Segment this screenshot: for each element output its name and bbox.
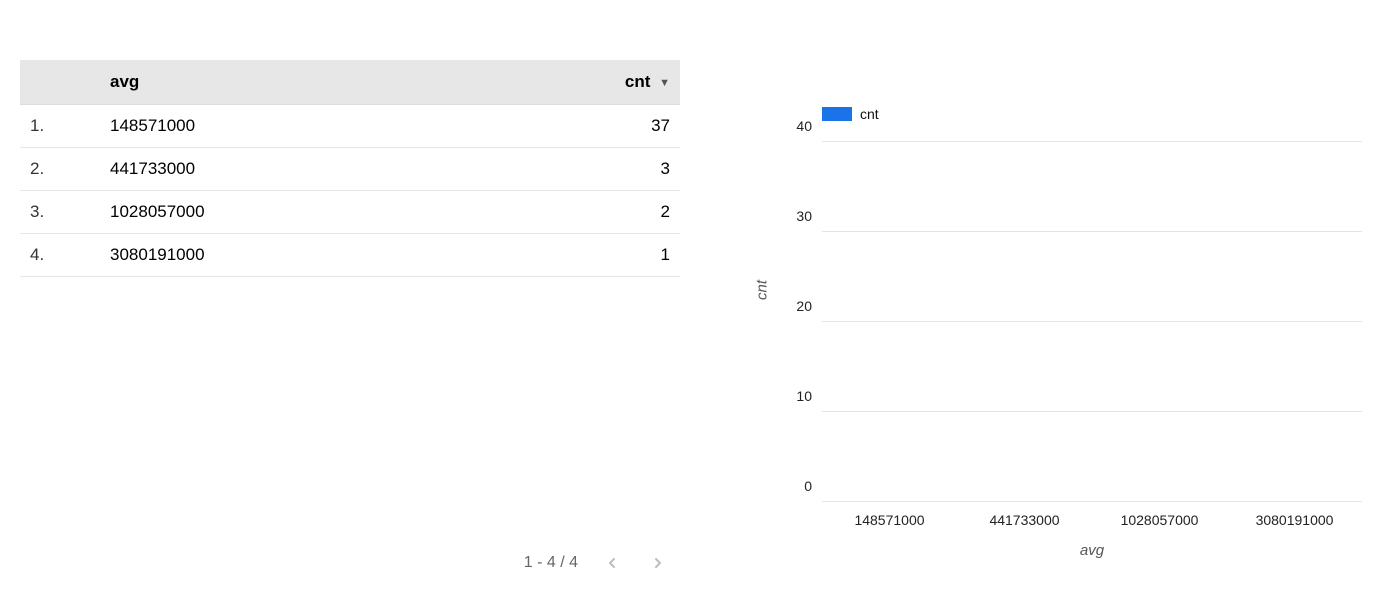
table-row[interactable]: 2. 441733000 3 bbox=[20, 148, 680, 191]
data-table-panel: avg cnt ▼ 1. 148571000 37 2. 441733000 3 bbox=[20, 60, 680, 540]
x-tick: 1028057000 bbox=[1092, 512, 1227, 528]
x-tick: 148571000 bbox=[822, 512, 957, 528]
legend-label: cnt bbox=[860, 106, 879, 122]
cell-index: 4. bbox=[20, 234, 100, 277]
table-row[interactable]: 1. 148571000 37 bbox=[20, 105, 680, 148]
chevron-left-icon bbox=[604, 555, 620, 571]
y-tick: 40 bbox=[772, 118, 812, 134]
pager-next-button[interactable] bbox=[646, 551, 670, 575]
cell-cnt: 1 bbox=[470, 234, 680, 277]
cell-avg: 441733000 bbox=[100, 148, 470, 191]
x-axis-label: avg bbox=[822, 542, 1362, 559]
y-axis-label: cnt bbox=[754, 280, 771, 300]
cell-cnt: 2 bbox=[470, 191, 680, 234]
cell-avg: 3080191000 bbox=[100, 234, 470, 277]
table-header-row: avg cnt ▼ bbox=[20, 60, 680, 105]
y-tick: 10 bbox=[772, 388, 812, 404]
x-tick: 441733000 bbox=[957, 512, 1092, 528]
y-tick: 0 bbox=[772, 478, 812, 494]
cell-cnt: 37 bbox=[470, 105, 680, 148]
cell-index: 2. bbox=[20, 148, 100, 191]
x-tick: 3080191000 bbox=[1227, 512, 1362, 528]
plot-area: 0 10 20 30 40 148571000 441733000 102805… bbox=[822, 142, 1362, 502]
pager: 1 - 4 / 4 bbox=[20, 551, 680, 575]
chevron-right-icon bbox=[650, 555, 666, 571]
y-tick: 30 bbox=[772, 208, 812, 224]
cell-avg: 1028057000 bbox=[100, 191, 470, 234]
pager-prev-button[interactable] bbox=[600, 551, 624, 575]
cell-index: 3. bbox=[20, 191, 100, 234]
y-tick: 20 bbox=[772, 298, 812, 314]
bar-chart: cnt cnt 0 10 20 30 40 148571000 44173300… bbox=[750, 60, 1380, 540]
table-row[interactable]: 4. 3080191000 1 bbox=[20, 234, 680, 277]
cell-cnt: 3 bbox=[470, 148, 680, 191]
col-header-avg[interactable]: avg bbox=[100, 60, 470, 105]
legend-swatch-icon bbox=[822, 107, 852, 121]
col-header-index[interactable] bbox=[20, 60, 100, 105]
bars-group bbox=[822, 142, 1362, 502]
data-table: avg cnt ▼ 1. 148571000 37 2. 441733000 3 bbox=[20, 60, 680, 277]
pager-range: 1 - 4 / 4 bbox=[524, 554, 578, 572]
sort-descending-icon: ▼ bbox=[659, 77, 670, 89]
chart-legend: cnt bbox=[822, 106, 879, 122]
col-header-cnt[interactable]: cnt ▼ bbox=[470, 60, 680, 105]
cell-index: 1. bbox=[20, 105, 100, 148]
cell-avg: 148571000 bbox=[100, 105, 470, 148]
table-row[interactable]: 3. 1028057000 2 bbox=[20, 191, 680, 234]
col-header-cnt-label: cnt bbox=[625, 72, 651, 91]
